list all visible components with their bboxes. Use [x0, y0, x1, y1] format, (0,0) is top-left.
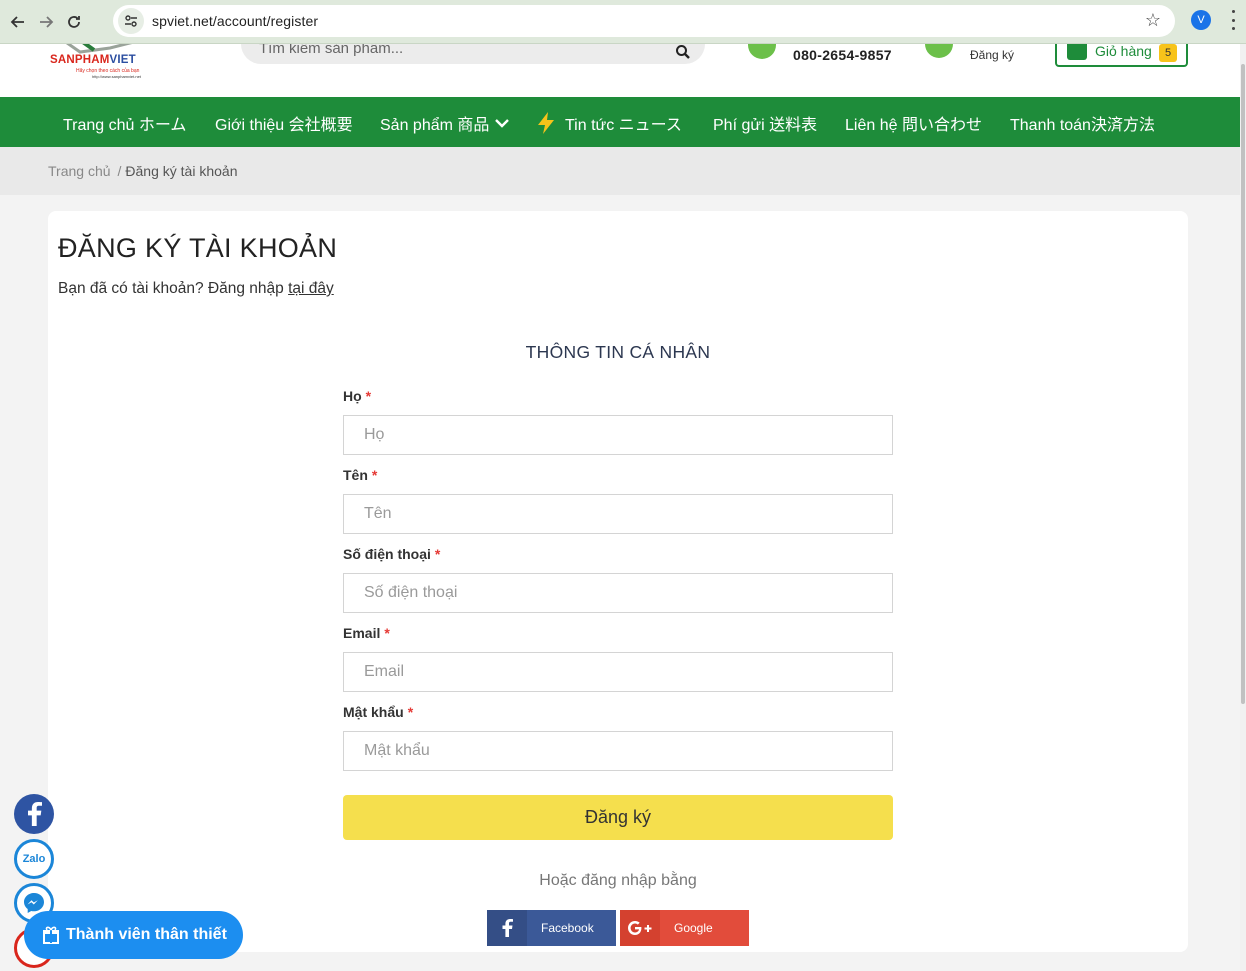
site-header: SANPHAMVIET Hãy chọn theo cách của bạn h…	[0, 44, 1246, 97]
nav-news[interactable]: Tin tức ニュース	[536, 111, 682, 135]
page-scrollbar[interactable]	[1240, 44, 1246, 971]
loyal-member-button[interactable]: Thành viên thân thiết	[24, 911, 243, 959]
login-prompt: Bạn đã có tài khoản? Đăng nhập tại đây	[58, 280, 334, 298]
facebook-login-label: Facebook	[541, 921, 594, 935]
password-input[interactable]	[343, 731, 893, 771]
email-label: Email *	[343, 625, 390, 641]
nav-home[interactable]: Trang chủ ホーム	[63, 111, 186, 135]
first-name-label: Tên *	[343, 467, 377, 483]
last-name-label: Họ *	[343, 388, 371, 404]
zalo-float-icon[interactable]: Zalo	[14, 839, 54, 879]
required-mark: *	[371, 467, 378, 483]
main-navbar: Trang chủ ホーム Giới thiệu 会社概要 Sản phẩm 商…	[0, 97, 1246, 147]
google-plus-icon	[620, 910, 660, 946]
nav-products-label: Sản phẩm 商品	[380, 117, 490, 134]
url-text[interactable]: spviet.net/account/register	[152, 13, 318, 29]
first-name-label-text: Tên	[343, 467, 368, 483]
login-prompt-text: Bạn đã có tài khoản? Đăng nhập	[58, 280, 289, 297]
zalo-text: Zalo	[22, 853, 46, 865]
breadcrumb-bar: Trang chủ / Đăng ký tài khoản	[0, 147, 1246, 195]
site-logo[interactable]: SANPHAMVIET Hãy chọn theo cách của bạn h…	[48, 44, 160, 88]
reload-button[interactable]	[60, 8, 88, 36]
section-title: THÔNG TIN CÁ NHÂN	[525, 342, 711, 362]
kebab-icon[interactable]	[1230, 10, 1236, 30]
user-icon	[925, 44, 953, 58]
password-label-text: Mật khẩu	[343, 704, 404, 720]
forward-button[interactable]	[32, 8, 60, 36]
last-name-label-text: Họ	[343, 388, 362, 404]
gift-icon	[43, 926, 59, 944]
arrow-left-icon	[10, 15, 24, 28]
nav-about[interactable]: Giới thiệu 会社概要	[215, 111, 353, 135]
required-mark: *	[434, 546, 441, 562]
cart-count-badge: 5	[1159, 44, 1177, 62]
page-title: ĐĂNG KÝ TÀI KHOẢN	[58, 233, 338, 263]
phone-input[interactable]	[343, 573, 893, 613]
google-login-label: Google	[674, 921, 713, 935]
nav-contact[interactable]: Liên hệ 問い合わせ	[845, 111, 982, 135]
phone-icon	[748, 44, 776, 59]
required-mark: *	[365, 388, 372, 404]
nav-payment-label: Thanh toán決済方法	[1010, 117, 1155, 134]
breadcrumb: Trang chủ / Đăng ký tài khoản	[48, 163, 237, 179]
google-login-button[interactable]: Google	[620, 910, 749, 946]
register-card: ĐĂNG KÝ TÀI KHOẢN Bạn đã có tài khoản? Đ…	[48, 211, 1188, 952]
breadcrumb-home[interactable]: Trang chủ	[48, 163, 111, 179]
nav-news-label: Tin tức ニュース	[565, 117, 682, 134]
cart-label: Giỏ hàng	[1095, 44, 1152, 59]
logo-brand-part1: SANPHAM	[50, 54, 110, 66]
lightning-icon	[538, 112, 554, 134]
required-mark: *	[384, 625, 390, 641]
header-register-link[interactable]: Đăng ký	[970, 48, 1014, 62]
nav-payment[interactable]: Thanh toán決済方法	[1010, 111, 1155, 135]
facebook-login-button[interactable]: Facebook	[487, 910, 616, 946]
phone-label: Số điện thoại *	[343, 546, 440, 562]
chevron-down-icon	[495, 119, 510, 128]
password-label: Mật khẩu *	[343, 704, 413, 720]
required-mark: *	[407, 704, 414, 720]
breadcrumb-separator: /	[117, 163, 122, 179]
nav-products[interactable]: Sản phẩm 商品	[380, 111, 510, 135]
phone-label-text: Số điện thoại	[343, 546, 431, 562]
scrollbar-thumb[interactable]	[1241, 64, 1245, 704]
tune-icon[interactable]	[118, 8, 144, 34]
last-name-input[interactable]	[343, 415, 893, 455]
social-login-text: Hoặc đăng nhập bằng	[539, 872, 697, 889]
loyal-member-label: Thành viên thân thiết	[66, 926, 227, 943]
profile-avatar[interactable]: V	[1191, 10, 1211, 30]
register-submit-button[interactable]: Đăng ký	[343, 795, 893, 840]
cart-button[interactable]: Giỏ hàng 5	[1055, 44, 1188, 67]
reload-icon	[68, 15, 80, 28]
arrow-right-icon	[40, 15, 54, 28]
nav-shipping-label: Phí gửi 送料表	[713, 117, 818, 134]
email-label-text: Email	[343, 625, 381, 641]
star-icon[interactable]: ☆	[1145, 10, 1161, 31]
facebook-icon	[487, 910, 527, 946]
nav-contact-label: Liên hệ 問い合わせ	[845, 117, 982, 134]
search-icon[interactable]	[675, 44, 691, 64]
logo-site-url: http://www.sanphamviet.net	[92, 74, 141, 79]
nav-about-label: Giới thiệu 会社概要	[215, 117, 353, 134]
logo-brand-part2: VIET	[109, 54, 136, 66]
email-input[interactable]	[343, 652, 893, 692]
back-button[interactable]	[4, 8, 32, 36]
nav-shipping[interactable]: Phí gửi 送料表	[713, 111, 817, 135]
hotline-number[interactable]: 080-2654-9857	[793, 47, 892, 63]
search-box[interactable]: Tìm kiếm sản phẩm...	[241, 44, 705, 64]
login-link[interactable]: tại đây	[288, 280, 334, 297]
nav-home-label: Trang chủ ホーム	[63, 117, 187, 134]
address-bar[interactable]: spviet.net/account/register ☆	[113, 5, 1175, 37]
breadcrumb-current: Đăng ký tài khoản	[125, 163, 238, 179]
first-name-input[interactable]	[343, 494, 893, 534]
facebook-float-icon[interactable]	[14, 794, 54, 834]
search-placeholder: Tìm kiếm sản phẩm...	[259, 44, 404, 57]
cart-icon	[1067, 44, 1087, 60]
